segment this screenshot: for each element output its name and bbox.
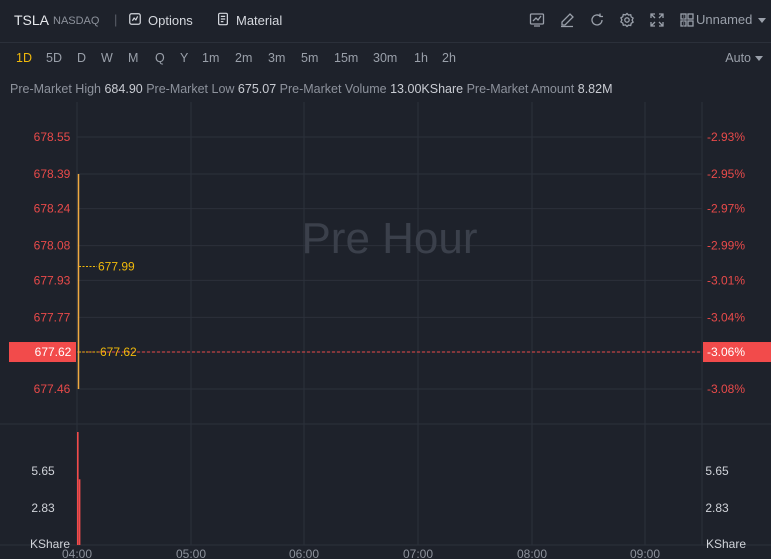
price-tick-label: 677.46 bbox=[34, 382, 71, 396]
price-chart[interactable]: 04:00 05:00 06:00 07:00 08:00 09:00678.55 -2.9… bbox=[0, 0, 771, 559]
price-tick-label: 677.93 bbox=[34, 273, 71, 287]
time-tick-label: 07:00 bbox=[403, 547, 433, 559]
price-tick-label: 678.39 bbox=[34, 167, 71, 181]
last-price-label: 677.62 bbox=[100, 345, 137, 359]
pct-tick-label: -3.01% bbox=[707, 273, 745, 287]
volume-tick-label: 5.65 bbox=[31, 464, 55, 478]
time-tick-label: 08:00 bbox=[517, 547, 547, 559]
pct-tick-label: -2.95% bbox=[707, 167, 745, 181]
price-tick-label: 678.08 bbox=[34, 239, 71, 253]
volume-unit-label-right: KShare bbox=[706, 537, 746, 551]
pct-tick-label: -2.97% bbox=[707, 202, 745, 216]
current-price-label: 677.62 bbox=[35, 345, 72, 359]
avg-price-label: 677.99 bbox=[98, 259, 135, 273]
pct-tick-label: -2.99% bbox=[707, 239, 745, 253]
pct-tick-label: -2.93% bbox=[707, 130, 745, 144]
price-tick-label: 678.24 bbox=[34, 202, 71, 216]
pct-tick-label: -3.04% bbox=[707, 310, 745, 324]
watermark-text: Pre Hour bbox=[301, 214, 477, 263]
time-tick-label: 09:00 bbox=[630, 547, 660, 559]
price-tick-label: 678.55 bbox=[34, 130, 71, 144]
volume-tick-label-right: 2.83 bbox=[705, 501, 729, 515]
time-tick-label: 06:00 bbox=[289, 547, 319, 559]
volume-unit-label: KShare bbox=[30, 537, 70, 551]
volume-tick-label-right: 5.65 bbox=[705, 464, 729, 478]
volume-bar bbox=[78, 479, 81, 545]
current-pct-label: -3.06% bbox=[707, 345, 745, 359]
pct-tick-label: -3.08% bbox=[707, 382, 745, 396]
time-tick-label: 05:00 bbox=[176, 547, 206, 559]
volume-tick-label: 2.83 bbox=[31, 501, 55, 515]
volume-bar bbox=[77, 432, 79, 545]
price-tick-label: 677.77 bbox=[34, 310, 71, 324]
